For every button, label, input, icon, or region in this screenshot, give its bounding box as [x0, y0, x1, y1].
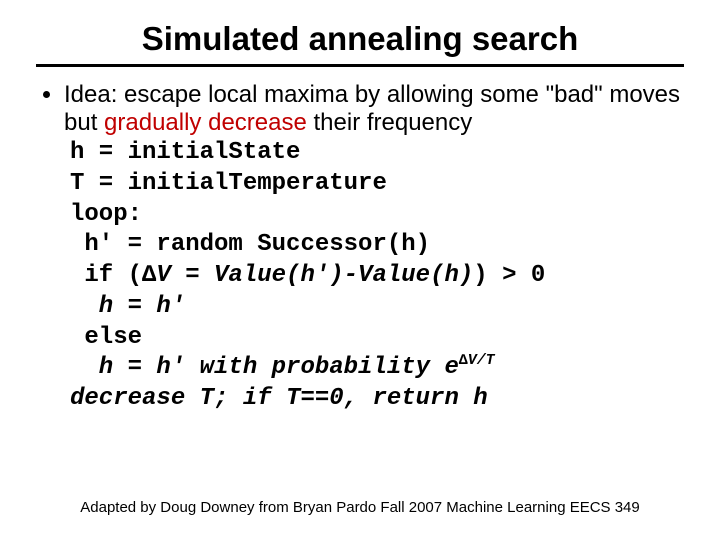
bullet-text-highlight: gradually decrease [104, 109, 307, 136]
code-line-8-pre: h = h' with probability e [70, 354, 459, 381]
code-line-5-italic: ∆V = Value(h')-Value(h) [142, 262, 473, 289]
bullet-text-post: their frequency [307, 109, 472, 136]
bullet-idea: Idea: escape local maxima by allowing so… [64, 81, 684, 415]
code-line-5-pre: if ( [70, 262, 142, 289]
code-line-4: h' = random Successor(h) [70, 231, 430, 258]
code-line-7: else [70, 324, 142, 351]
code-line-3: loop: [70, 201, 142, 228]
code-line-5-post: ) > 0 [473, 262, 545, 289]
code-line-1: h = initialState [70, 139, 300, 166]
bullet-list: Idea: escape local maxima by allowing so… [36, 81, 684, 415]
code-line-8-sup: ∆V/T [459, 353, 495, 369]
title-rule [36, 64, 684, 67]
pseudocode-block: h = initialState T = initialTemperature … [70, 138, 684, 414]
slide: Simulated annealing search Idea: escape … [0, 0, 720, 540]
code-line-9: decrease T; if T==0, return h [70, 385, 488, 412]
footer-credit: Adapted by Doug Downey from Bryan Pardo … [0, 499, 720, 516]
code-line-6: h = h' [70, 293, 185, 320]
code-line-2: T = initialTemperature [70, 170, 387, 197]
page-title: Simulated annealing search [36, 20, 684, 58]
